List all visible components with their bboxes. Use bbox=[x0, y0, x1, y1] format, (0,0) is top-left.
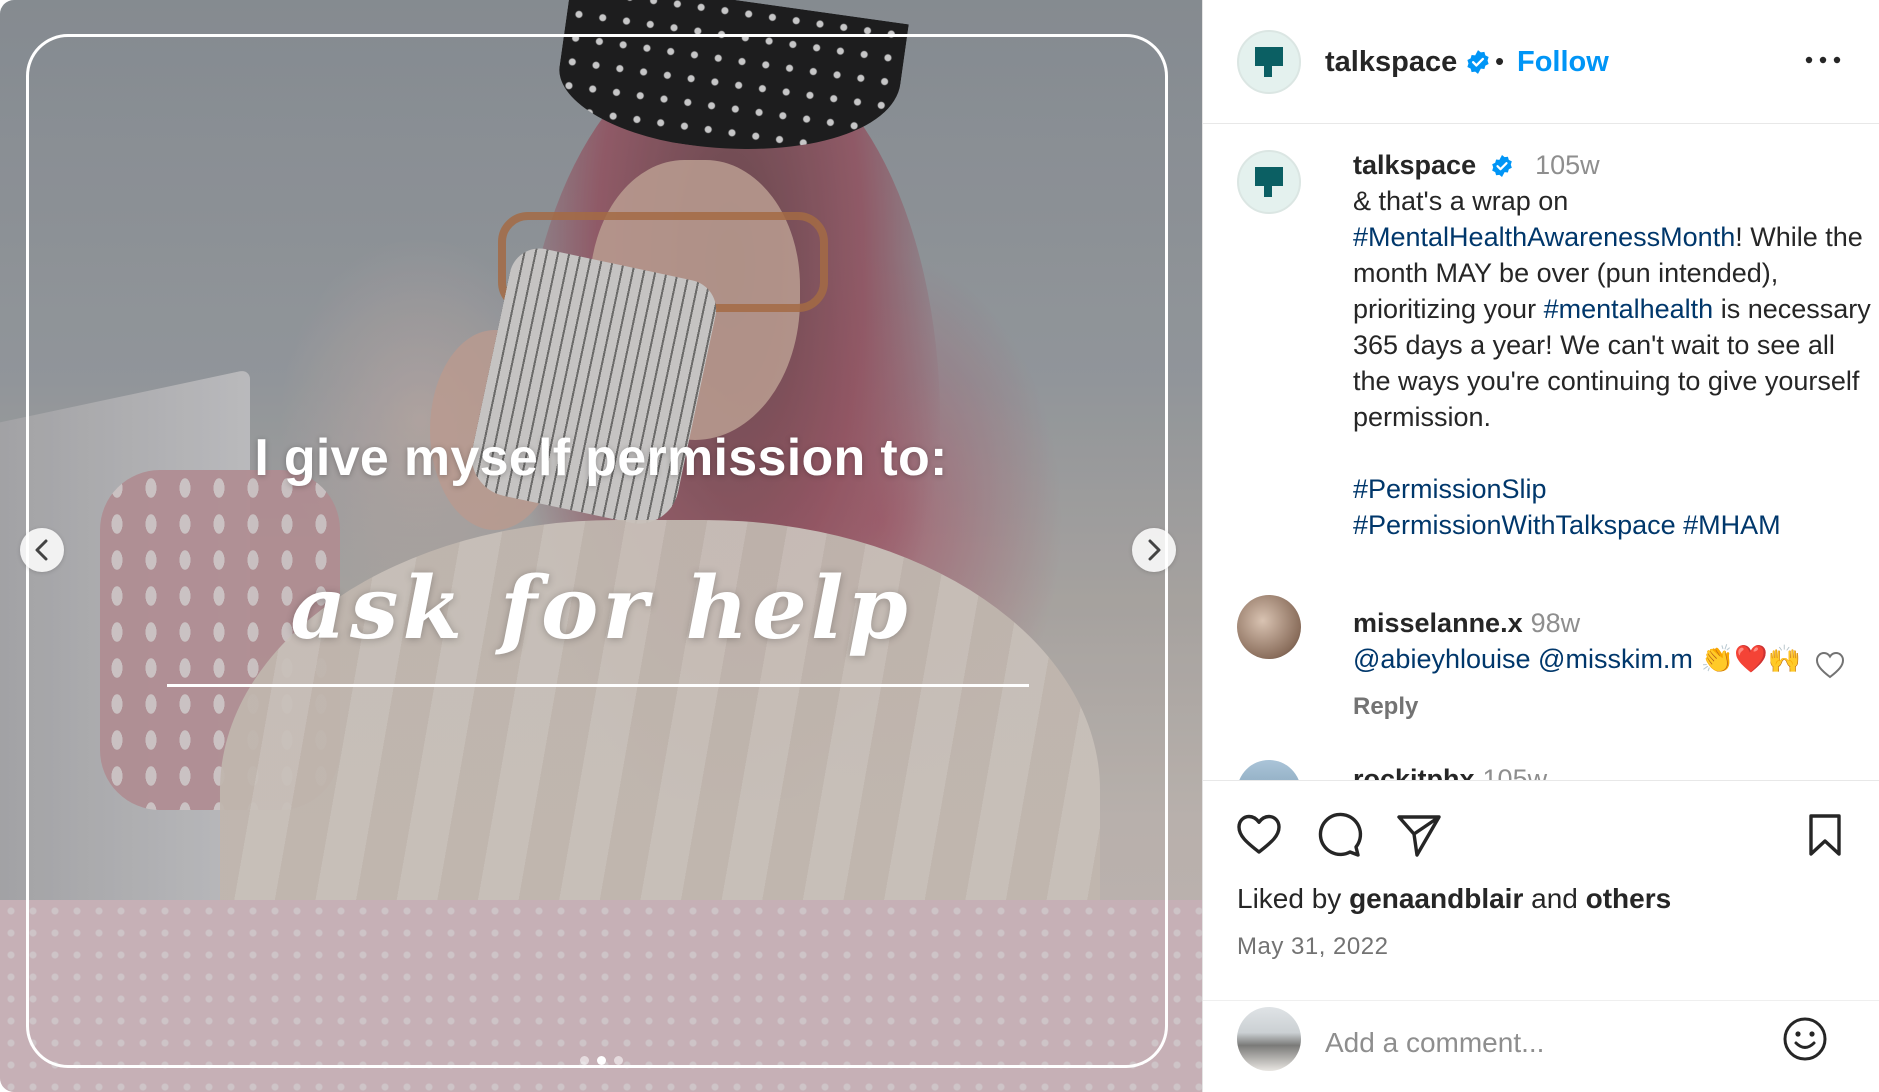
carousel-dot-active bbox=[596, 1056, 606, 1065]
verified-badge-icon bbox=[1467, 50, 1489, 74]
overlay-script-text: ask for help bbox=[290, 558, 912, 659]
carousel-dot bbox=[579, 1056, 589, 1065]
mention-link[interactable]: @misskim.m bbox=[1538, 644, 1693, 674]
hashtag-link[interactable]: #MentalHealthAwarenessMonth bbox=[1353, 222, 1735, 252]
commenter-avatar[interactable] bbox=[1237, 760, 1301, 780]
current-user-avatar bbox=[1237, 1007, 1301, 1071]
likes-summary: Liked by genaandblair and others bbox=[1237, 883, 1671, 915]
comment-item: rockitphx 105w bbox=[1237, 760, 1857, 780]
post-media[interactable]: I give myself permission to: ask for hel… bbox=[0, 0, 1202, 1092]
talkspace-logo-icon bbox=[1255, 167, 1283, 197]
chevron-right-icon bbox=[1148, 539, 1161, 561]
post-header: talkspace • Follow bbox=[1203, 0, 1879, 124]
comment-emoji: 👏❤️🙌 bbox=[1700, 644, 1802, 674]
hashtag-link[interactable]: #mentalhealth bbox=[1544, 294, 1714, 324]
comment-body: rockitphx 105w bbox=[1353, 764, 1547, 780]
add-comment-bar bbox=[1203, 1000, 1879, 1092]
carousel-indicator bbox=[0, 1056, 1202, 1065]
comment-bubble-icon[interactable] bbox=[1315, 811, 1363, 859]
header-username-text[interactable]: talkspace bbox=[1325, 46, 1457, 78]
carousel-next-button[interactable] bbox=[1132, 528, 1176, 572]
caption-body: & that's a wrap on #MentalHealthAwarenes… bbox=[1353, 183, 1873, 435]
caption-avatar[interactable] bbox=[1237, 150, 1301, 214]
talkspace-avatar[interactable] bbox=[1237, 30, 1301, 94]
post-sidebar: talkspace • Follow talkspace 105w & that… bbox=[1202, 0, 1879, 1092]
header-username[interactable]: talkspace bbox=[1325, 46, 1491, 79]
liked-by-others[interactable]: others bbox=[1586, 883, 1672, 914]
liked-by-and: and bbox=[1523, 883, 1586, 914]
hashtag-link[interactable]: #MHAM bbox=[1683, 510, 1781, 540]
follow-button[interactable]: Follow bbox=[1517, 46, 1609, 79]
overlay-frame bbox=[26, 34, 1168, 1068]
reply-button[interactable]: Reply bbox=[1353, 693, 1418, 721]
like-heart-icon[interactable] bbox=[1235, 811, 1283, 859]
comment-time[interactable]: 98w bbox=[1531, 608, 1581, 638]
comment-body: misselanne.x 98w @abieyhlouise @misskim.m… bbox=[1353, 605, 1813, 677]
save-bookmark-icon[interactable] bbox=[1801, 811, 1849, 859]
comment-time[interactable]: 105w bbox=[1483, 764, 1548, 780]
overlay-title: I give myself permission to: bbox=[254, 429, 948, 487]
carousel-prev-button[interactable] bbox=[20, 528, 64, 572]
overlay-underline bbox=[167, 684, 1029, 687]
post-view: I give myself permission to: ask for hel… bbox=[0, 0, 1879, 1092]
chevron-left-icon bbox=[35, 539, 48, 561]
header-separator: • bbox=[1495, 46, 1505, 76]
mention-link[interactable]: @abieyhlouise bbox=[1353, 644, 1531, 674]
caption-text-1: & that's a wrap on bbox=[1353, 186, 1569, 216]
caption-username[interactable]: talkspace bbox=[1353, 150, 1476, 180]
carousel-dot bbox=[613, 1056, 623, 1065]
post-date[interactable]: May 31, 2022 bbox=[1237, 933, 1388, 961]
post-actions: Liked by genaandblair and others May 31,… bbox=[1203, 780, 1879, 1000]
add-comment-input[interactable] bbox=[1325, 1023, 1765, 1063]
comment-username[interactable]: rockitphx bbox=[1353, 764, 1475, 780]
hashtag-link[interactable]: #PermissionWithTalkspace bbox=[1353, 510, 1676, 540]
more-options-icon[interactable] bbox=[1803, 50, 1843, 70]
liked-by-prefix: Liked by bbox=[1237, 883, 1350, 914]
commenter-avatar[interactable] bbox=[1237, 595, 1301, 659]
share-paper-plane-icon[interactable] bbox=[1395, 811, 1443, 859]
verified-badge-icon bbox=[1491, 155, 1512, 177]
caption-text: talkspace 105w & that's a wrap on #Menta… bbox=[1353, 147, 1873, 543]
comment-like-heart-icon[interactable] bbox=[1815, 651, 1845, 679]
emoji-smiley-icon[interactable] bbox=[1781, 1015, 1829, 1063]
caption-time[interactable]: 105w bbox=[1535, 150, 1600, 180]
talkspace-logo-icon bbox=[1255, 47, 1283, 77]
comment-username[interactable]: misselanne.x bbox=[1353, 608, 1523, 638]
comments-list[interactable]: talkspace 105w & that's a wrap on #Menta… bbox=[1203, 125, 1879, 780]
hashtag-link[interactable]: #PermissionSlip bbox=[1353, 474, 1547, 504]
liked-by-user[interactable]: genaandblair bbox=[1349, 883, 1523, 914]
caption-hashtags: #PermissionSlip #PermissionWithTalkspace … bbox=[1353, 471, 1873, 543]
